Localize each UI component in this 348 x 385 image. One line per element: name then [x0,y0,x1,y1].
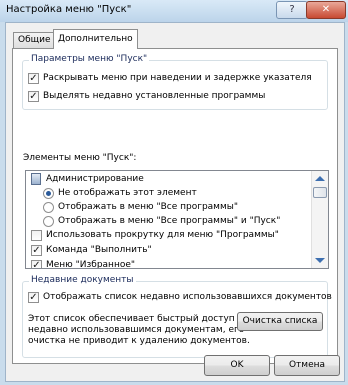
elements-label: Элементы меню "Пуск": [23,153,137,163]
close-button[interactable]: ✕ [306,1,346,19]
highlight-new-programs-label: Выделять недавно установленные программы [43,91,266,101]
recent-docs-description-line-1: Этот список обеспечивает быстрый доступ … [28,314,243,324]
run-command-label: Команда "Выполнить" [46,245,152,255]
scroll-thumb[interactable] [313,187,327,198]
tab-advanced[interactable]: Дополнительно [53,29,138,49]
close-icon: ✕ [321,4,331,15]
admin-tools-icon [31,173,41,185]
tab-general[interactable]: Общие [13,32,56,48]
start-menu-items-list[interactable]: Администрирование Не отображать этот эле… [25,170,329,269]
dialog-body: Общие Дополнительно Параметры меню "Пуск… [5,22,345,382]
radio-show-in-all-programs-label: Отображать в меню "Все программы" [58,202,238,212]
cancel-button[interactable]: Отмена [274,355,340,376]
recent-docs-description-line-2: недавно использовавшимся документам, его [28,325,245,335]
scroll-up-icon[interactable] [315,176,325,181]
radio-do-not-show-label: Не отображать этот элемент [58,188,197,198]
expand-on-hover-checkbox[interactable]: ✓ [28,73,39,84]
list-scrollbar[interactable] [311,171,328,268]
highlight-new-programs-checkbox[interactable]: ✓ [28,91,39,102]
radio-show-in-all-programs-and-start-label: Отображать в меню "Все программы" и "Пус… [58,216,281,226]
scroll-down-icon[interactable] [315,258,325,263]
tab-panel-advanced: Параметры меню "Пуск" ✓ Раскрывать меню … [12,48,338,364]
show-recent-docs-label: Отображать список недавно использовавших… [43,292,332,302]
ok-button[interactable]: OK [204,355,270,376]
scroll-programs-label: Использовать прокрутку для меню "Програм… [46,230,279,240]
radio-show-in-all-programs[interactable] [43,202,54,213]
start-menu-params-group: Параметры меню "Пуск" [22,54,328,110]
scroll-programs-checkbox[interactable] [31,230,42,241]
title-bar: Настройка меню "Пуск" ? ✕ [0,0,348,22]
expand-on-hover-label: Раскрывать меню при наведении и задержке… [43,73,312,83]
help-icon: ? [289,4,295,15]
favorites-menu-checkbox[interactable]: ✓ [31,260,42,268]
recent-docs-legend: Недавние документы [29,275,136,285]
radio-show-in-all-programs-and-start[interactable] [43,216,54,227]
show-recent-docs-checkbox[interactable]: ✓ [28,292,39,303]
recent-docs-description-line-3: очистка не приводит к удалению документо… [28,336,250,346]
radio-do-not-show[interactable] [43,188,54,199]
help-button[interactable]: ? [276,1,308,19]
window-title: Настройка меню "Пуск" [6,4,132,15]
clear-list-button[interactable]: Очистка списка [237,312,323,331]
start-menu-params-legend: Параметры меню "Пуск" [29,54,150,64]
favorites-menu-label: Меню "Избранное" [46,260,136,269]
run-command-checkbox[interactable]: ✓ [31,245,42,256]
list-item-admin-tools: Администрирование [46,174,144,184]
